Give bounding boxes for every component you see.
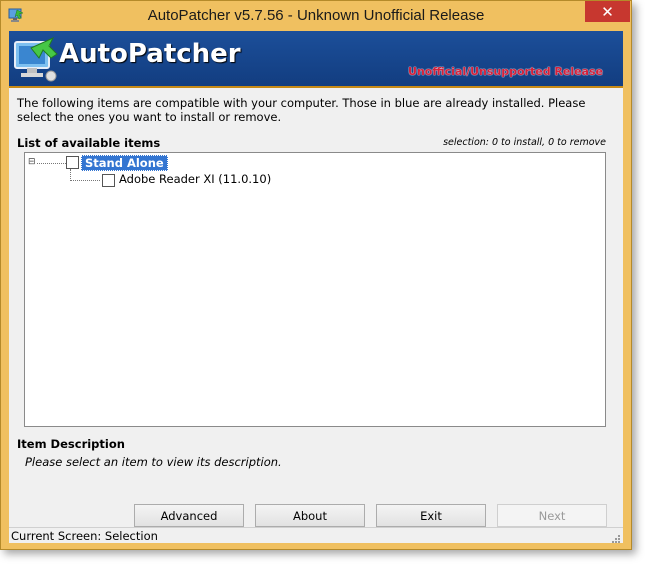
banner-title: AutoPatcher — [59, 39, 241, 69]
next-button[interactable]: Next — [497, 504, 607, 527]
close-button[interactable]: ✕ — [585, 1, 630, 22]
tree-node-stand-alone[interactable]: Stand Alone — [81, 155, 168, 171]
tree-connector — [70, 180, 100, 181]
exit-button[interactable]: Exit — [376, 504, 486, 527]
intro-text: The following items are compatible with … — [17, 96, 586, 124]
advanced-button[interactable]: Advanced — [134, 504, 244, 527]
title-bar[interactable]: AutoPatcher v5.7.56 - Unknown Unofficial… — [1, 1, 631, 31]
description-label: Item Description — [17, 437, 125, 451]
about-button[interactable]: About — [255, 504, 365, 527]
banner-subtitle: Unofficial/Unsupported Release — [408, 65, 603, 78]
banner: AutoPatcher Unofficial/Unsupported Relea… — [9, 31, 623, 88]
resize-grip-icon[interactable] — [611, 532, 621, 543]
collapse-icon[interactable]: ⊟ — [28, 158, 37, 167]
tree-connector — [37, 163, 66, 164]
window-title: AutoPatcher v5.7.56 - Unknown Unofficial… — [147, 7, 485, 24]
close-icon: ✕ — [601, 2, 614, 21]
app-window: AutoPatcher v5.7.56 - Unknown Unofficial… — [0, 0, 632, 550]
items-tree[interactable]: ⊟ Stand Alone Adobe Reader XI (11.0.10) — [24, 152, 606, 427]
tree-node-adobe-reader[interactable]: Adobe Reader XI (11.0.10) — [119, 172, 271, 186]
adobe-reader-checkbox[interactable] — [102, 174, 115, 187]
status-text: Current Screen: Selection — [11, 529, 158, 543]
status-bar: Current Screen: Selection — [9, 527, 623, 544]
selection-info: selection: 0 to install, 0 to remove — [443, 137, 606, 148]
client-area: AutoPatcher Unofficial/Unsupported Relea… — [9, 31, 623, 543]
list-label: List of available items — [17, 136, 161, 150]
computer-arrow-icon — [13, 34, 59, 82]
description-text: Please select an item to view its descri… — [25, 455, 282, 469]
stand-alone-checkbox[interactable] — [66, 156, 79, 169]
